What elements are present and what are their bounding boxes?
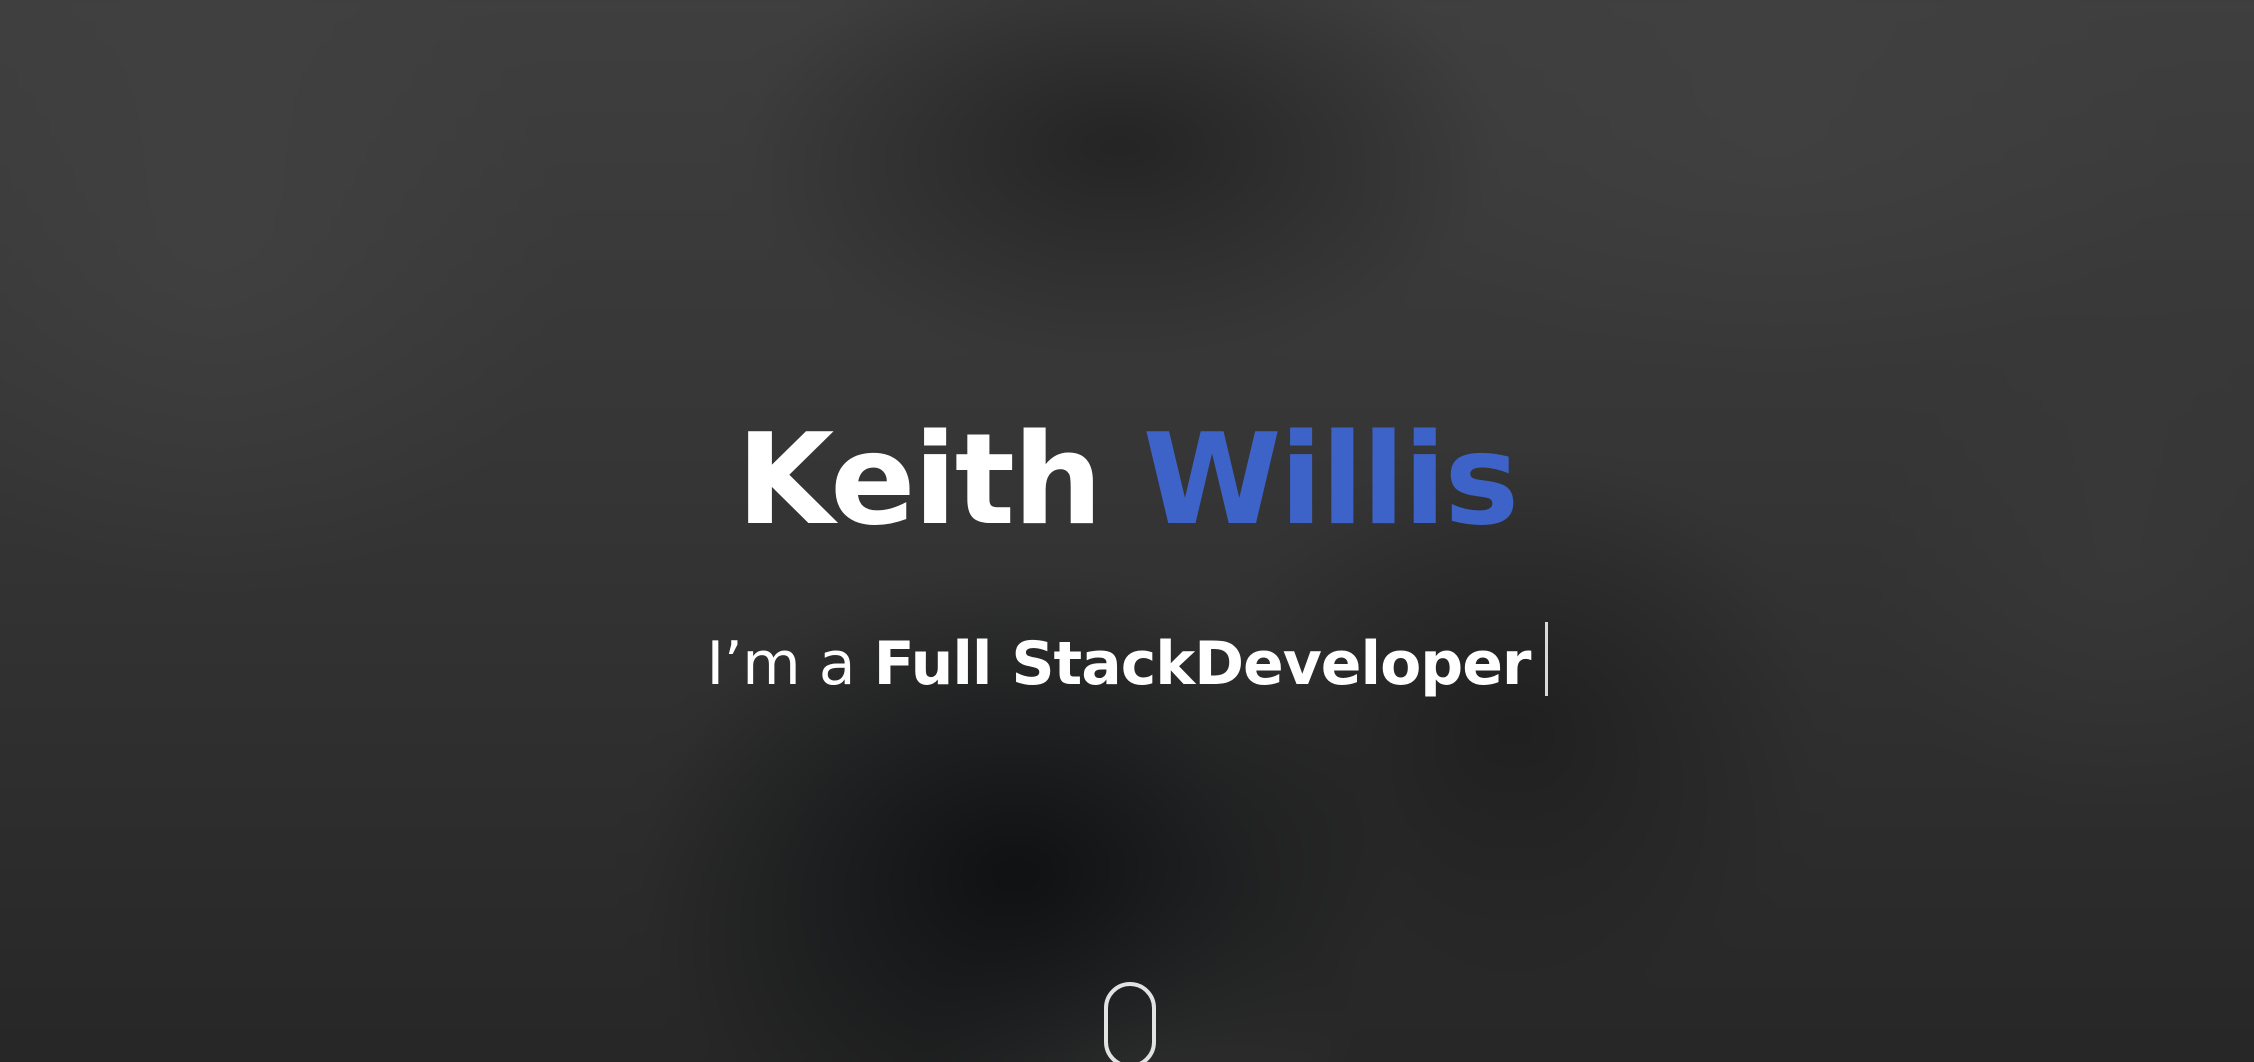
hero-first-name: Keith — [736, 406, 1103, 553]
hero-intro-text: I’m a — [706, 629, 874, 699]
hero-role-text: Full StackDeveloper — [873, 629, 1532, 699]
typing-cursor — [1544, 622, 1548, 696]
hero-last-name: Willis — [1142, 406, 1520, 553]
hero-section: Keith Willis I’m a Full StackDeveloper — [0, 0, 2254, 1062]
mouse-scroll-icon[interactable] — [1104, 982, 1156, 1062]
hero-subtitle: I’m a Full StackDeveloper — [0, 622, 2254, 704]
hero-title: Keith Willis — [0, 400, 2254, 560]
hero-content: Keith Willis I’m a Full StackDeveloper — [0, 0, 2254, 1062]
